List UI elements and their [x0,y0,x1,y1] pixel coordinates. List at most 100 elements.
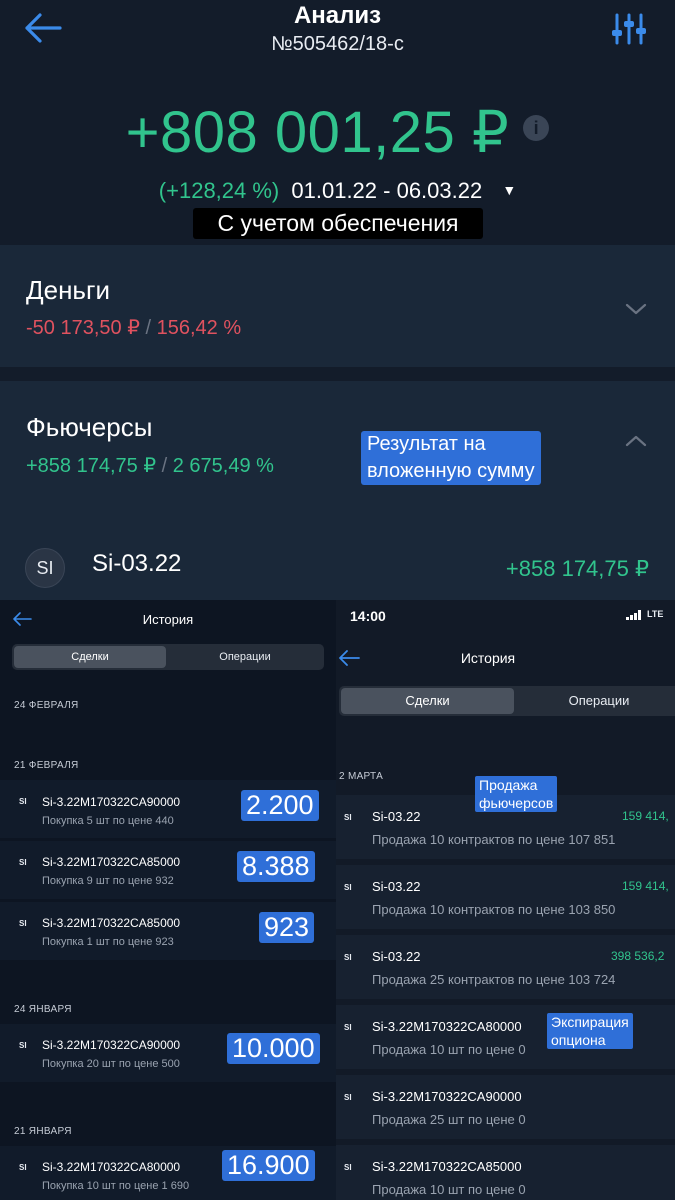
history-tabs: Сделки Операции [339,686,675,716]
instrument-value: +858 174,75 ₽ [505,556,649,581]
deal-description: Продажа 10 контрактов по цене 103 850 [372,902,616,917]
deal-amount-annotation: 8.388 [237,851,315,882]
instrument-name: Si-3.22M170322CA85000 [372,1159,522,1174]
instrument-name: Si-03.22 [372,809,421,824]
instrument-badge: SI [25,548,65,588]
date-header: 24 ЯНВАРЯ [14,1004,72,1015]
instrument-tag: SI [344,1023,352,1032]
instrument-name: Si-3.22M170322CA85000 [42,855,181,869]
deal-amount-annotation: 923 [259,912,315,943]
deal-description: Продажа 10 шт по цене 0 [372,1182,526,1197]
date-header: 21 ФЕВРАЛЯ [14,760,79,771]
signal-bars-icon [626,610,641,620]
futures-value: +858 174,75 ₽ [26,455,157,477]
futures-card[interactable]: Фьючерсы +858 174,75 ₽ / 2 675,49 % [0,381,675,531]
money-result: -50 173,50 ₽ / 156,42 % [26,315,241,340]
instrument-tag: SI [19,797,27,806]
money-percent: 156,42 % [156,317,242,339]
futures-separator: / [156,455,173,477]
page-title: Анализ [293,2,382,29]
instrument-tag: SI [19,858,27,867]
deal-description: Покупка 9 шт по цене 932 [42,875,174,887]
annotation-line: Экспирация [551,1014,629,1030]
instrument-name: Si-03.22 [372,879,421,894]
futures-percent: 2 675,49 % [172,455,274,477]
list-item[interactable]: SI Si-03.22 Продажа 10 контрактов по цен… [336,865,675,929]
collateral-label: С учетом обеспечения [193,208,483,239]
analysis-screen: Анализ №505462/18-с +808 001,25 ₽ i (+128… [0,0,675,600]
history-title: История [142,612,194,627]
deal-value: 159 414, [622,879,669,893]
history-screen-left: История Сделки Операции 24 ФЕВРАЛЯ 21 ФЕ… [0,600,336,1200]
deal-description: Продажа 10 контрактов по цене 107 851 [372,832,616,847]
instrument-name: Si-3.22M170322CA90000 [42,1038,181,1052]
deal-description: Покупка 10 шт по цене 1 690 [42,1180,190,1192]
list-item[interactable]: SI Si-3.22M170322CA85000 Покупка 9 шт по… [0,841,336,899]
annotation-line: вложенную сумму [367,460,535,482]
instrument-name: Si-3.22M170322CA90000 [42,795,181,809]
money-separator: / [139,317,157,339]
annotation-line: опциона [551,1032,606,1048]
sliders-icon[interactable] [610,12,648,46]
instrument-name: Si-3.22M170322CA85000 [42,916,181,930]
status-time: 14:00 [350,608,386,624]
deal-value: 398 536,2 [611,949,665,963]
instrument-tag: SI [344,883,352,892]
chevron-up-icon[interactable] [624,433,648,449]
total-value: +808 001,25 ₽ [125,100,510,165]
instrument-tag: SI [19,1163,27,1172]
instrument-tag: SI [344,1163,352,1172]
annotation-line: Результат на [367,433,486,455]
deal-description: Продажа 25 шт по цене 0 [372,1112,526,1127]
deal-description: Покупка 5 шт по цене 440 [42,815,174,827]
date-header: 24 ФЕВРАЛЯ [14,700,79,711]
list-item[interactable]: SI Si-3.22M170322CA90000 Покупка 20 шт п… [0,1024,336,1082]
total-percent: (+128,24 %) [158,178,280,203]
futures-result: +858 174,75 ₽ / 2 675,49 % [26,453,274,478]
deal-description: Покупка 1 шт по цене 923 [42,936,174,948]
money-card[interactable]: Деньги -50 173,50 ₽ / 156,42 % [0,245,675,367]
chevron-down-icon[interactable] [624,301,648,317]
annotation-line: фьючерсов [479,795,554,811]
list-item[interactable]: SI Si-3.22M170322CA80000 Покупка 10 шт п… [0,1146,336,1200]
deal-description: Продажа 10 шт по цене 0 [372,1042,526,1057]
instrument-tag: SI [344,1093,352,1102]
annotation-result: Результат на вложенную сумму [361,431,541,485]
instrument-tag: SI [19,919,27,928]
list-item[interactable]: SI Si-3.22M170322CA90000 Продажа 25 шт п… [336,1075,675,1139]
instrument-name: Si-03.22 [372,949,421,964]
tab-operations[interactable]: Операции [168,646,322,668]
instrument-tag: SI [344,953,352,962]
instrument-tag: SI [19,1041,27,1050]
deal-description: Покупка 20 шт по цене 500 [42,1058,180,1070]
money-title: Деньги [26,275,110,305]
history-tabs: Сделки Операции [12,644,324,670]
deal-value: 159 414, [622,809,669,823]
deal-amount-annotation: 2.200 [241,790,319,821]
caret-down-icon[interactable]: ▼ [502,182,516,198]
tab-deals[interactable]: Сделки [341,688,514,714]
list-item[interactable]: SI Si-03.22 Продажа 25 контрактов по цен… [336,935,675,999]
money-value: -50 173,50 ₽ [26,317,140,339]
list-item[interactable]: SI Si-3.22M170322CA90000 Покупка 5 шт по… [0,780,336,838]
account-number: №505462/18-с [271,33,404,55]
instrument-name: Si-3.22M170322CA80000 [372,1019,522,1034]
tab-deals[interactable]: Сделки [14,646,166,668]
list-item[interactable]: SI Si-3.22M170322CA85000 Продажа 10 шт п… [336,1145,675,1200]
date-header: 21 ЯНВАРЯ [14,1126,72,1137]
instrument-name: Si-3.22M170322CA80000 [42,1160,181,1174]
deal-description: Продажа 25 контрактов по цене 103 724 [372,972,616,987]
list-item[interactable]: SI Si-3.22M170322CA85000 Покупка 1 шт по… [0,902,336,960]
annotation-futures-sale: Продажа фьючерсов [475,776,558,812]
history-screen-right: 14:00 LTE История Сделки Операции 2 МАРТ… [336,600,675,1200]
tab-operations[interactable]: Операции [516,688,675,714]
total-result: +808 001,25 ₽ i [0,98,675,166]
period-dates: 01.01.22 - 06.03.22 [291,178,483,203]
network-type: LTE [647,609,664,619]
date-header: 2 МАРТА [339,771,384,782]
annotation-line: Продажа [479,777,538,793]
info-icon[interactable]: i [523,115,550,141]
period-selector[interactable]: (+128,24 %) 01.01.22 - 06.03.22 ▼ [0,178,675,204]
futures-title: Фьючерсы [26,412,153,442]
deal-amount-annotation: 10.000 [227,1033,320,1064]
